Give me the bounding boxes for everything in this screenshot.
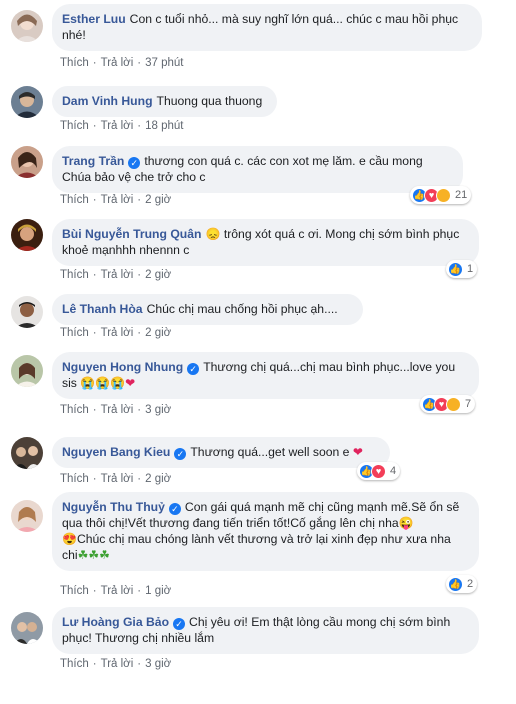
reply-link[interactable]: Trả lời xyxy=(101,269,134,281)
comment-time[interactable]: 1 giờ xyxy=(145,585,171,597)
avatar[interactable] xyxy=(11,296,43,328)
comment-bubble: Bùi Nguyễn Trung Quân 😞 trông xót quá c ơ… xyxy=(52,219,479,266)
reply-link[interactable]: Trả lời xyxy=(101,327,134,339)
like-link[interactable]: Thích xyxy=(60,404,89,416)
comment-author[interactable]: Nguyễn Thu Thuỷ xyxy=(62,500,165,514)
comment-bubble: Lê Thanh Hòa Chúc chị mau chống hồi phục … xyxy=(52,294,363,325)
comment-time[interactable]: 37 phút xyxy=(145,57,183,69)
comment-time[interactable]: 2 giờ xyxy=(145,269,171,281)
crying-face-icon: 😭 xyxy=(95,376,111,390)
reply-link[interactable]: Trả lời xyxy=(101,194,134,206)
reply-link[interactable]: Trả lời xyxy=(101,404,134,416)
like-link[interactable]: Thích xyxy=(60,120,89,132)
reaction-count: 4 xyxy=(390,465,397,477)
shamrock-icon: ☘ xyxy=(77,548,89,562)
reply-link[interactable]: Trả lời xyxy=(101,57,134,69)
avatar[interactable] xyxy=(11,219,43,251)
heart-eyes-face-icon: 😍 xyxy=(62,532,77,546)
like-link[interactable]: Thích xyxy=(60,327,89,339)
comment-actions: Thích · Trả lời · 2 giờ xyxy=(60,327,172,339)
like-link[interactable]: Thích xyxy=(60,194,89,206)
comment-author[interactable]: Bùi Nguyễn Trung Quân xyxy=(62,227,201,241)
comment-bubble: Nguyen Hong Nhung ✓ Thương chị quá...chị m… xyxy=(52,352,479,399)
comment-bubble: Nguyễn Thu Thuỷ ✓ Con gái quá mạnh mẽ chị … xyxy=(52,492,479,571)
shamrock-icon: ☘ xyxy=(88,548,100,562)
avatar[interactable] xyxy=(11,437,43,469)
comment-bubble: Dam Vinh Hung Thuong qua thuong xyxy=(52,86,277,117)
shamrock-icon: ☘ xyxy=(99,548,110,562)
reply-link[interactable]: Trả lời xyxy=(101,658,134,670)
comment-actions: Thích · Trả lời · 2 giờ xyxy=(60,473,172,485)
comment-text: Thuong qua thuong xyxy=(156,94,263,108)
verified-badge-icon: ✓ xyxy=(174,448,187,460)
reply-link[interactable]: Trả lời xyxy=(101,120,134,132)
reaction-count: 2 xyxy=(467,578,474,590)
sad-face-icon: 😞 xyxy=(205,227,221,241)
comment-time[interactable]: 2 giờ xyxy=(145,194,171,206)
like-link[interactable]: Thích xyxy=(60,269,89,281)
red-heart-icon: ❤ xyxy=(125,376,136,390)
reaction-summary[interactable]: 👍 ♥ 21 xyxy=(410,186,472,204)
tongue-wink-face-icon: 😜 xyxy=(398,516,414,530)
reaction-summary[interactable]: 👍 ♥ 7 xyxy=(420,395,476,413)
love-reaction-icon: ♥ xyxy=(371,463,386,479)
comment-actions: Thích · Trả lời · 2 giờ xyxy=(60,194,172,206)
verified-badge-icon: ✓ xyxy=(128,157,141,169)
red-heart-icon: ❤ xyxy=(352,445,363,459)
reaction-summary[interactable]: 👍 ♥ 4 xyxy=(357,462,401,480)
comment-author[interactable]: Trang Trần xyxy=(62,154,124,168)
like-reaction-icon: 👍 xyxy=(448,576,463,592)
reply-link[interactable]: Trả lời xyxy=(101,585,134,597)
like-reaction-icon: 👍 xyxy=(448,261,463,277)
avatar[interactable] xyxy=(11,612,43,644)
avatar[interactable] xyxy=(11,86,43,118)
reaction-summary[interactable]: 👍 1 xyxy=(446,260,478,278)
reaction-count: 7 xyxy=(465,398,472,410)
like-link[interactable]: Thích xyxy=(60,57,89,69)
verified-badge-icon: ✓ xyxy=(187,363,200,375)
comment-text: Chúc chị mau chống hồi phục ạh.... xyxy=(146,302,338,316)
avatar[interactable] xyxy=(11,146,43,178)
care-reaction-icon xyxy=(436,187,451,203)
comment-time[interactable]: 3 giờ xyxy=(145,404,171,416)
comment-actions: Thích · Trả lời · 37 phút xyxy=(60,57,184,69)
comment-actions: Thích · Trả lời · 18 phút xyxy=(60,120,184,132)
care-reaction-icon xyxy=(446,396,461,412)
like-link[interactable]: Thích xyxy=(60,473,89,485)
avatar[interactable] xyxy=(11,10,43,42)
comment-author[interactable]: Dam Vinh Hung xyxy=(62,94,153,108)
comment-text: Thương quá...get well soon e xyxy=(190,445,350,459)
comment-author[interactable]: Lư Hoàng Gia Bảo xyxy=(62,615,169,629)
comment-time[interactable]: 18 phút xyxy=(145,120,183,132)
comment-actions: Thích · Trả lời · 3 giờ xyxy=(60,404,172,416)
comment-time[interactable]: 2 giờ xyxy=(145,327,171,339)
like-link[interactable]: Thích xyxy=(60,585,89,597)
comment-bubble: Lư Hoàng Gia Bảo ✓ Chị yêu ơi! Em thật lòn… xyxy=(52,607,479,654)
comment-actions: Thích · Trả lời · 1 giờ xyxy=(60,585,172,597)
comment-author[interactable]: Esther Luu xyxy=(62,12,126,26)
avatar[interactable] xyxy=(11,355,43,387)
reaction-summary[interactable]: 👍 2 xyxy=(446,575,478,593)
reaction-count: 1 xyxy=(467,263,474,275)
comment-author[interactable]: Nguyen Bang Kieu xyxy=(62,445,170,459)
crying-face-icon: 😭 xyxy=(80,376,96,390)
comment-time[interactable]: 2 giờ xyxy=(145,473,171,485)
comment-bubble: Trang Trần ✓ thương con quá c. các con xot… xyxy=(52,146,463,193)
comment-bubble: Esther Luu Con c tuổi nhỏ... mà suy nghĩ … xyxy=(52,4,482,51)
avatar[interactable] xyxy=(11,500,43,532)
comment-author[interactable]: Nguyen Hong Nhung xyxy=(62,360,183,374)
reply-link[interactable]: Trả lời xyxy=(101,473,134,485)
comment-time[interactable]: 3 giờ xyxy=(145,658,171,670)
comment-bubble: Nguyen Bang Kieu ✓ Thương quá...get well s… xyxy=(52,437,390,468)
like-link[interactable]: Thích xyxy=(60,658,89,670)
reaction-count: 21 xyxy=(455,189,468,201)
comment-text-continued: Chúc chị mau chóng lành vết thương và tr… xyxy=(62,532,451,562)
comment-actions: Thích · Trả lời · 2 giờ xyxy=(60,269,172,281)
comment-author[interactable]: Lê Thanh Hòa xyxy=(62,302,143,316)
comment-actions: Thích · Trả lời · 3 giờ xyxy=(60,658,172,670)
verified-badge-icon: ✓ xyxy=(173,618,186,630)
verified-badge-icon: ✓ xyxy=(168,503,181,515)
crying-face-icon: 😭 xyxy=(110,376,126,390)
